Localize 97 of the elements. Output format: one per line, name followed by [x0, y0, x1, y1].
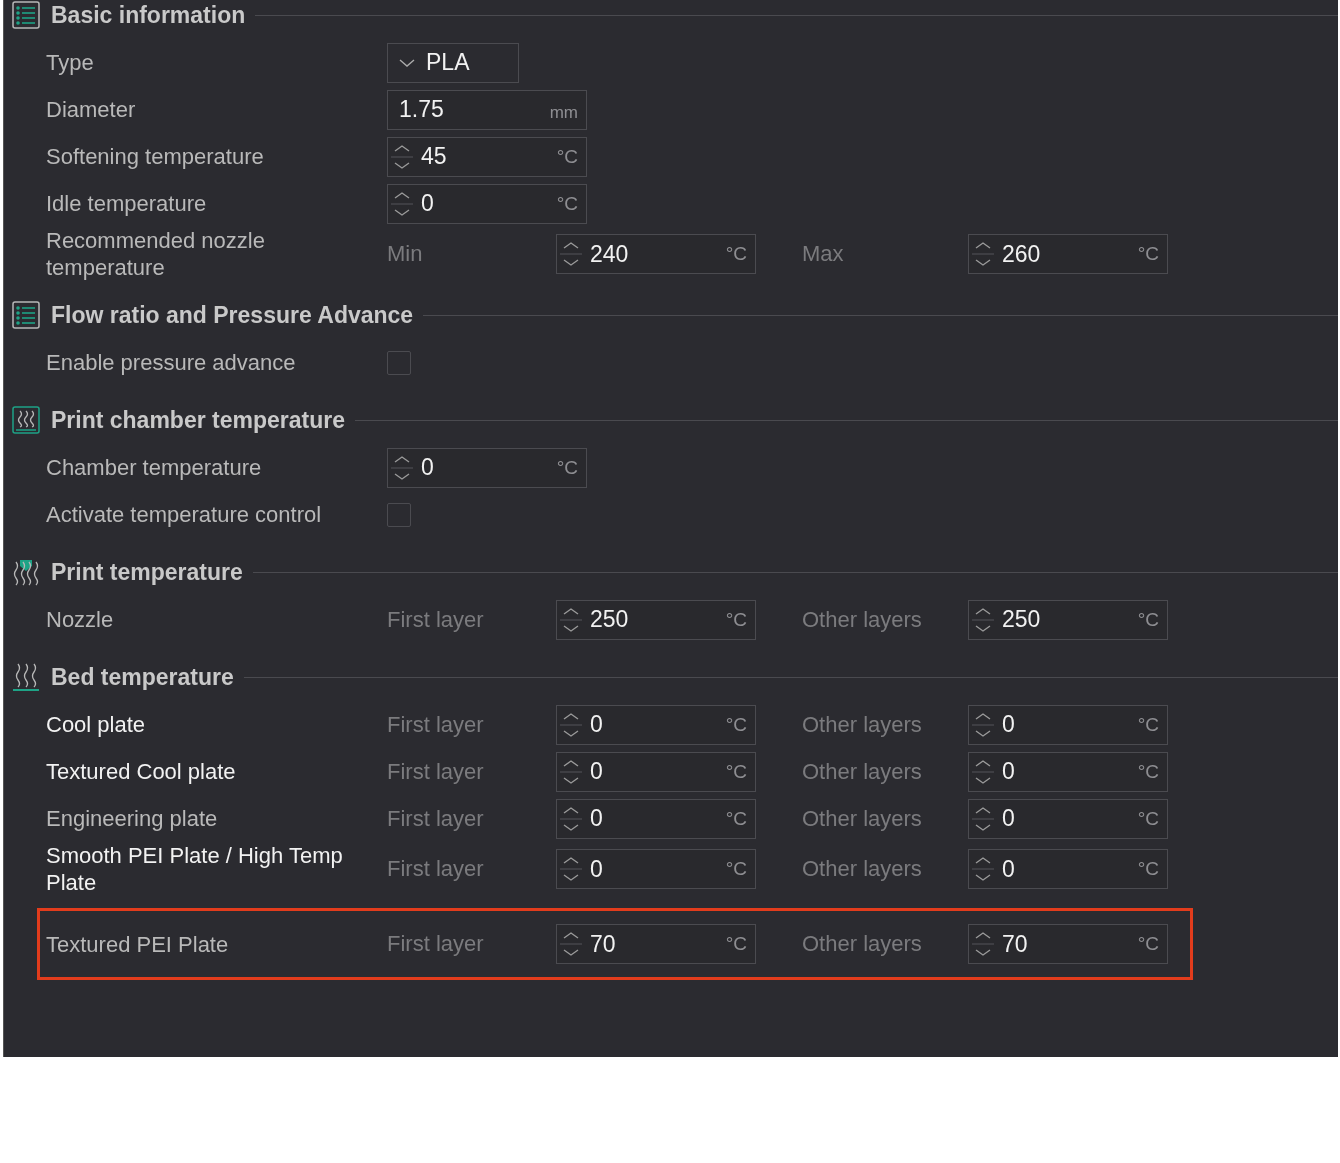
number-field[interactable]: 0 °C — [387, 183, 587, 224]
field-value: 250 — [590, 606, 630, 633]
setting-label: Textured PEI Plate — [46, 930, 230, 958]
field-value: 250 — [1002, 606, 1042, 633]
sub-label: First layer — [387, 758, 485, 785]
list-icon — [12, 301, 40, 329]
section-title: Basic information — [51, 1, 246, 29]
unit-label: mm — [549, 102, 578, 123]
setting-label: Softening temperature — [46, 143, 265, 170]
unit-label: °C — [725, 713, 747, 736]
unit-label: °C — [556, 456, 578, 479]
setting-label: Nozzle — [46, 606, 115, 633]
number-field[interactable]: 0 °C — [968, 798, 1168, 839]
section-title: Print temperature — [51, 558, 243, 586]
field-value: 70 — [1002, 930, 1029, 958]
unit-label: °C — [1137, 608, 1159, 631]
number-field[interactable]: 0 °C — [556, 849, 756, 889]
sub-label: Other layers — [802, 606, 923, 633]
number-field[interactable]: 260 °C — [968, 234, 1168, 274]
unit-label: °C — [556, 145, 578, 168]
number-field[interactable]: 70 °C — [968, 924, 1168, 964]
field-value: 0 — [421, 190, 435, 217]
nozzle-heat-icon — [12, 558, 40, 586]
setting-label: Enable pressure advance — [46, 349, 297, 376]
sub-label: Other layers — [802, 711, 923, 738]
field-value: 0 — [590, 758, 604, 785]
chevron-down-icon — [398, 57, 416, 68]
sub-label: First layer — [387, 856, 485, 882]
section-title: Bed temperature — [51, 663, 234, 691]
number-field[interactable]: 1.75 mm — [387, 89, 587, 130]
unit-label: °C — [556, 192, 578, 215]
setting-label: Engineering plate — [46, 805, 219, 832]
chamber-heat-icon — [12, 406, 40, 434]
number-field[interactable]: 0 °C — [968, 849, 1168, 889]
unit-label: °C — [1137, 807, 1159, 830]
unit-label: °C — [725, 760, 747, 783]
field-value: 0 — [421, 454, 435, 481]
unit-label: °C — [1137, 933, 1159, 955]
field-value: 240 — [590, 240, 630, 268]
number-field[interactable]: 250 °C — [556, 599, 756, 640]
setting-label: Recommended nozzle temperature — [46, 227, 266, 281]
setting-label: Textured Cool plate — [46, 758, 237, 785]
field-value: 45 — [421, 143, 448, 170]
setting-label: Diameter — [46, 96, 137, 123]
number-field[interactable]: 0 °C — [556, 704, 756, 745]
field-value: 0 — [1002, 855, 1016, 883]
checkbox[interactable] — [387, 350, 411, 375]
number-field[interactable]: 0 °C — [387, 447, 587, 488]
setting-label: Type — [46, 49, 95, 76]
field-value: 0 — [1002, 758, 1016, 785]
sub-label: Min — [387, 241, 424, 267]
unit-label: °C — [1137, 713, 1159, 736]
field-value: 0 — [590, 855, 604, 883]
number-field[interactable]: 240 °C — [556, 234, 756, 274]
number-field[interactable]: 70 °C — [556, 924, 756, 964]
checkbox[interactable] — [387, 502, 411, 527]
setting-label: Activate temperature control — [46, 501, 323, 528]
field-value: 0 — [590, 805, 604, 832]
unit-label: °C — [1137, 760, 1159, 783]
list-icon — [12, 1, 40, 29]
section-title: Flow ratio and Pressure Advance — [51, 301, 414, 329]
type-dropdown[interactable]: PLA — [387, 42, 519, 83]
sub-label: Other layers — [802, 805, 923, 832]
sub-label: Other layers — [802, 931, 923, 957]
number-field[interactable]: 45 °C — [387, 136, 587, 177]
setting-label: Idle temperature — [46, 190, 208, 217]
number-field[interactable]: 0 °C — [556, 751, 756, 792]
sub-label: First layer — [387, 606, 485, 633]
unit-label: °C — [725, 243, 747, 265]
unit-label: °C — [725, 858, 747, 880]
field-value: 1.75 — [399, 96, 445, 123]
sub-label: First layer — [387, 931, 485, 957]
setting-label: Cool plate — [46, 711, 147, 738]
sub-label: First layer — [387, 805, 485, 832]
setting-label: Chamber temperature — [46, 454, 263, 481]
sub-label: Max — [802, 241, 845, 267]
number-field[interactable]: 250 °C — [968, 599, 1168, 640]
number-field[interactable]: 0 °C — [968, 704, 1168, 745]
sub-label: First layer — [387, 711, 485, 738]
unit-label: °C — [725, 807, 747, 830]
unit-label: °C — [725, 933, 747, 955]
sub-label: Other layers — [802, 856, 923, 882]
setting-label: Smooth PEI Plate / High Temp Plate — [46, 842, 344, 896]
unit-label: °C — [725, 608, 747, 631]
field-value: 70 — [590, 930, 617, 958]
section-title: Print chamber temperature — [51, 406, 345, 434]
bed-heat-icon — [12, 663, 40, 691]
field-value: 0 — [590, 711, 604, 738]
field-value: 0 — [1002, 711, 1016, 738]
sub-label: Other layers — [802, 758, 923, 785]
unit-label: °C — [1137, 243, 1159, 265]
field-value: 260 — [1002, 240, 1042, 268]
dropdown-value: PLA — [426, 49, 471, 76]
unit-label: °C — [1137, 858, 1159, 880]
number-field[interactable]: 0 °C — [556, 798, 756, 839]
field-value: 0 — [1002, 805, 1016, 832]
number-field[interactable]: 0 °C — [968, 751, 1168, 792]
